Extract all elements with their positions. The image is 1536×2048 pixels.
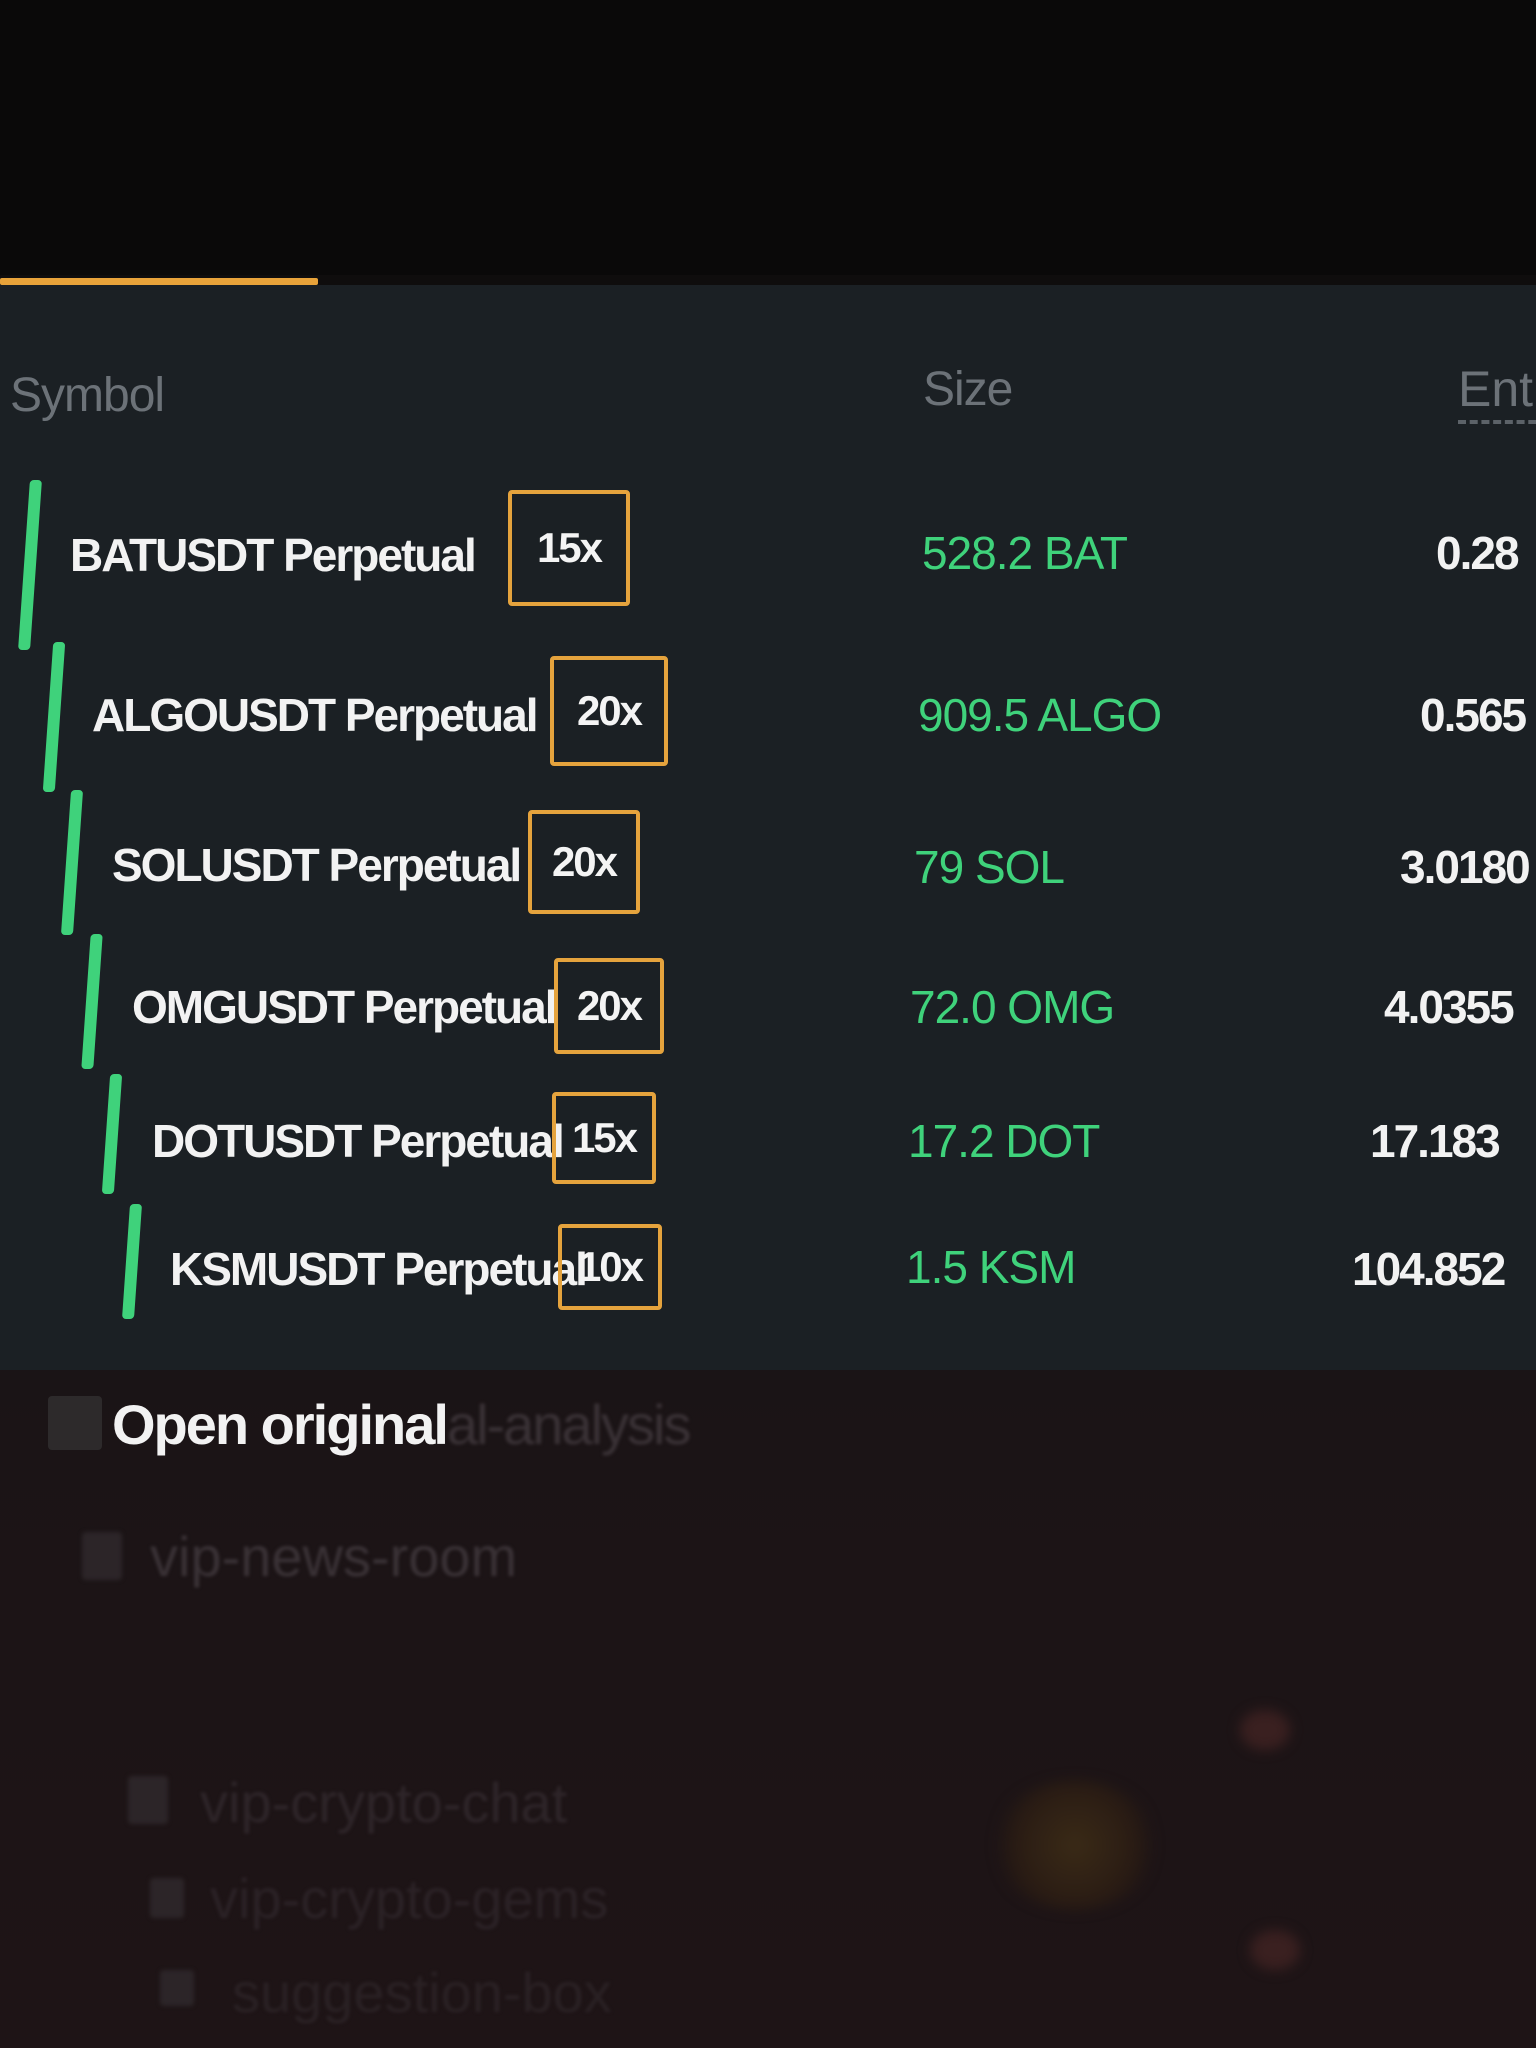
- symbol-label[interactable]: KSMUSDT Perpetual: [170, 1242, 588, 1296]
- leverage-badge[interactable]: 15x: [552, 1092, 656, 1184]
- entry-price: 17.183: [1370, 1115, 1501, 1167]
- active-tab-indicator: [0, 278, 318, 285]
- symbol-label[interactable]: ALGOUSDT Perpetual: [92, 688, 539, 742]
- entry-price: 0.565: [1420, 689, 1527, 741]
- channel-item-vip-crypto-gems[interactable]: vip-crypto-gems: [210, 1866, 608, 1931]
- screen: Symbol Size Ent BATUSDT Perpetual 15x 52…: [0, 0, 1536, 2048]
- entry-price: 3.0180: [1400, 841, 1531, 893]
- long-indicator: [121, 1204, 143, 1319]
- entry-price: 104.852: [1352, 1243, 1506, 1295]
- symbol-label[interactable]: SOLUSDT Perpetual: [112, 838, 522, 892]
- position-row-solusdt[interactable]: SOLUSDT Perpetual 20x 79 SOL 3.0180: [0, 790, 1536, 940]
- entry-price: 0.28: [1436, 527, 1520, 579]
- size-value: 17.2 DOT: [908, 1115, 1100, 1167]
- position-row-ksmusdt[interactable]: KSMUSDT Perpetual 10x 1.5 KSM 104.852: [0, 1200, 1536, 1340]
- size-value: 1.5 KSM: [906, 1241, 1076, 1293]
- channel-hash-icon: [82, 1532, 122, 1580]
- channel-item-vip-crypto-chat[interactable]: vip-crypto-chat: [200, 1770, 567, 1835]
- channel-hash-icon: [150, 1878, 184, 1918]
- leverage-badge[interactable]: 10x: [558, 1224, 662, 1310]
- channel-name-partial[interactable]: al-analysis: [447, 1393, 692, 1456]
- column-header-entry[interactable]: Ent: [1458, 360, 1536, 424]
- long-indicator: [42, 642, 66, 792]
- leverage-badge[interactable]: 20x: [550, 656, 668, 766]
- open-original-link[interactable]: Open originalal-analysis: [112, 1392, 692, 1457]
- channel-hash-icon: [48, 1396, 102, 1450]
- notification-dot: [1250, 1930, 1300, 1970]
- symbol-label[interactable]: BATUSDT Perpetual: [70, 528, 477, 582]
- size-value: 79 SOL: [914, 841, 1065, 893]
- leverage-badge[interactable]: 15x: [508, 490, 630, 606]
- channel-hash-icon: [128, 1776, 168, 1824]
- entry-price: 4.0355: [1384, 981, 1515, 1033]
- size-value: 72.0 OMG: [910, 981, 1115, 1033]
- long-indicator: [81, 934, 103, 1069]
- position-row-algousdt[interactable]: ALGOUSDT Perpetual 20x 909.5 ALGO 0.565: [0, 642, 1536, 792]
- open-original-label[interactable]: Open original: [112, 1393, 449, 1456]
- size-value: 528.2 BAT: [922, 527, 1128, 579]
- symbol-label[interactable]: OMGUSDT Perpetual: [132, 980, 558, 1034]
- position-row-dotusdt[interactable]: DOTUSDT Perpetual 15x 17.2 DOT 17.183: [0, 1074, 1536, 1220]
- channel-item-suggestion-box[interactable]: suggestion-box: [232, 1960, 612, 2025]
- position-row-batusdt[interactable]: BATUSDT Perpetual 15x 528.2 BAT 0.28: [0, 480, 1536, 650]
- channel-item-vip-news-room[interactable]: vip-news-room: [150, 1524, 517, 1589]
- column-header-symbol[interactable]: Symbol: [10, 368, 165, 423]
- long-indicator: [101, 1074, 123, 1194]
- size-value: 909.5 ALGO: [918, 689, 1162, 741]
- column-header-size[interactable]: Size: [923, 362, 1013, 417]
- position-row-omgusdt[interactable]: OMGUSDT Perpetual 20x 72.0 OMG 4.0355: [0, 934, 1536, 1080]
- channel-hash-icon: [160, 1970, 194, 2006]
- leverage-badge[interactable]: 20x: [554, 958, 664, 1054]
- symbol-label[interactable]: DOTUSDT Perpetual: [152, 1114, 565, 1168]
- top-bar: [0, 0, 1536, 275]
- notification-dot: [1240, 1710, 1290, 1750]
- long-indicator: [60, 790, 84, 935]
- avatar: [990, 1780, 1160, 1910]
- leverage-badge[interactable]: 20x: [528, 810, 640, 914]
